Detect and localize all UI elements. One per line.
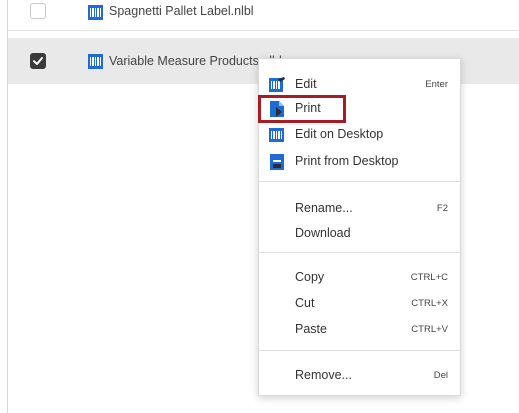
menu-item-copy[interactable]: Copy CTRL+C <box>259 265 460 291</box>
menu-item-shortcut: F2 <box>436 203 448 214</box>
menu-item-print-from-desktop[interactable]: Print from Desktop <box>259 149 460 175</box>
menu-item-label: Edit on Desktop <box>295 127 384 141</box>
menu-separator <box>259 181 460 182</box>
menu-item-label: Paste <box>295 322 327 336</box>
menu-item-cut[interactable]: Cut CTRL+X <box>259 291 460 317</box>
menu-item-shortcut: CTRL+X <box>411 298 448 309</box>
label-file-icon <box>88 54 103 69</box>
menu-item-label: Edit <box>295 77 317 91</box>
menu-item-shortcut: CTRL+C <box>410 272 448 283</box>
menu-separator <box>259 350 460 351</box>
menu-item-shortcut: Enter <box>425 79 448 90</box>
print-highlight-box <box>258 95 346 123</box>
checkmark-icon <box>33 57 43 65</box>
row-checkbox[interactable] <box>30 3 46 19</box>
barcode-icon <box>269 128 284 142</box>
menu-separator <box>259 252 460 253</box>
menu-item-rename[interactable]: Rename... F2 <box>259 196 460 222</box>
menu-item-download[interactable]: Download <box>259 221 460 247</box>
menu-item-paste[interactable]: Paste CTRL+V <box>259 317 460 343</box>
file-name[interactable]: Variable Measure Products.nlbl <box>109 54 282 68</box>
menu-item-label: Remove... <box>295 368 352 382</box>
menu-item-remove[interactable]: Remove... Del <box>259 363 460 389</box>
menu-item-shortcut: CTRL+V <box>411 324 448 335</box>
menu-item-label: Download <box>295 226 351 240</box>
menu-item-shortcut: Del <box>433 370 448 381</box>
menu-item-label: Copy <box>295 270 325 284</box>
menu-item-label: Cut <box>295 296 315 310</box>
menu-item-edit-on-desktop[interactable]: Edit on Desktop <box>259 122 460 148</box>
menu-item-label: Rename... <box>295 201 353 215</box>
label-edit-icon <box>269 77 285 92</box>
file-row[interactable]: Spagnetti Pallet Label.nlbl <box>8 0 519 31</box>
menu-item-label: Print from Desktop <box>295 154 399 168</box>
label-file-icon <box>88 5 103 20</box>
row-checkbox-checked[interactable] <box>30 53 46 69</box>
file-name[interactable]: Spagnetti Pallet Label.nlbl <box>109 4 254 18</box>
print-desktop-icon <box>270 154 284 170</box>
